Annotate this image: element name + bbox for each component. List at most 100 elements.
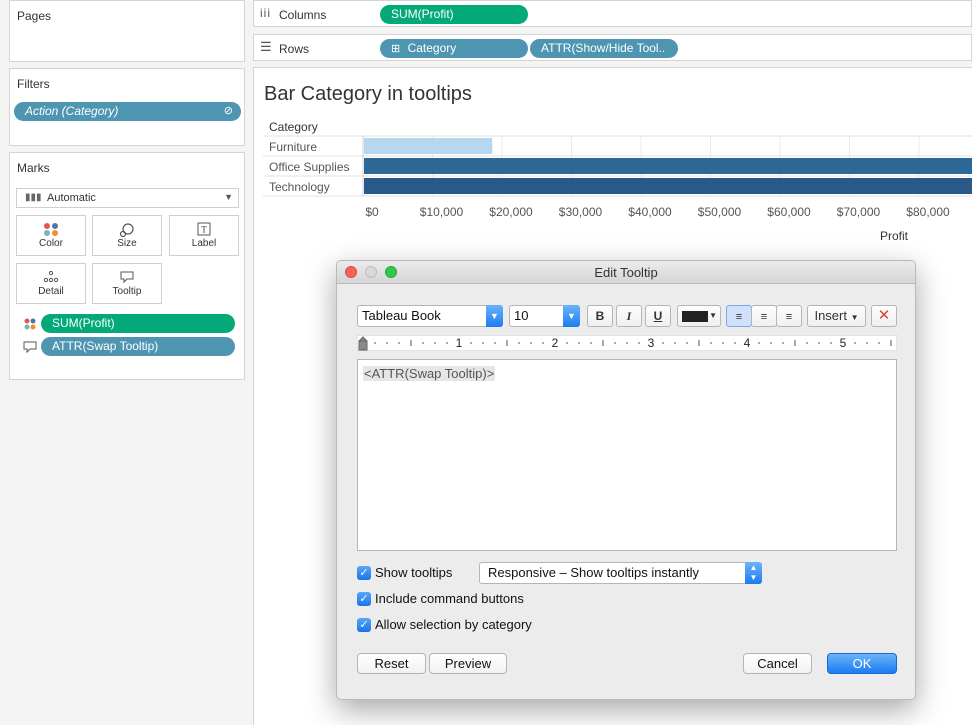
columns-pill-label: SUM(Profit) — [391, 7, 454, 21]
x-tick-label: $40,000 — [628, 205, 672, 219]
chevron-down-icon: ▼ — [486, 305, 503, 327]
x-tick-label: $80,000 — [906, 205, 950, 219]
marks-field-sum-profit[interactable]: SUM(Profit) — [41, 314, 235, 333]
chevron-down-icon: ▼ — [224, 192, 233, 202]
rows-pill-attr-show-hide[interactable]: ATTR(Show/Hide Tool.. — [530, 39, 678, 58]
columns-shelf[interactable]: iii Columns SUM(Profit) — [253, 0, 972, 27]
size-value: 10 — [514, 308, 529, 323]
color-button[interactable]: Color — [16, 215, 86, 256]
view-title: Bar Category in tooltips — [264, 83, 472, 105]
font-value: Tableau Book — [362, 308, 441, 323]
marks-field-label: ATTR(Swap Tooltip) — [52, 339, 159, 353]
bar-chart-icon: ▮▮▮ — [25, 192, 42, 203]
tooltip-button-label: Tooltip — [112, 286, 142, 297]
pages-title: Pages — [17, 9, 52, 23]
font-select[interactable]: Tableau Book ▼ — [357, 305, 503, 327]
detail-button-label: Detail — [38, 286, 64, 297]
x-axis-title: Profit — [880, 229, 909, 243]
bar — [364, 158, 972, 174]
bar — [364, 178, 972, 194]
x-tick-label: $0 — [365, 205, 379, 219]
show-tooltips-checkbox[interactable]: ✓ — [357, 566, 371, 580]
size-select[interactable]: 10 ▼ — [509, 305, 580, 327]
ruler-number: 2 — [552, 336, 559, 350]
tooltip-icon — [120, 271, 134, 284]
bar — [364, 138, 493, 154]
allow-selection-checkbox[interactable]: ✓ — [357, 618, 371, 632]
rows-pill-label: ATTR(Show/Hide Tool.. — [541, 41, 666, 55]
category-label: Technology — [269, 180, 330, 194]
include-command-buttons-label: Include command buttons — [375, 591, 524, 606]
svg-text:T: T — [201, 225, 207, 235]
insert-label: Insert — [814, 308, 847, 323]
marks-field-label: SUM(Profit) — [52, 316, 115, 330]
marks-field-attr-swap-tooltip[interactable]: ATTR(Swap Tooltip) — [41, 337, 235, 356]
color-dots-icon — [44, 223, 58, 236]
italic-button[interactable]: I — [616, 305, 642, 327]
x-tick-label: $30,000 — [559, 205, 603, 219]
ruler[interactable]: 1 2 3 4 5 — [357, 335, 897, 351]
align-left-button[interactable]: ≡ — [726, 305, 752, 327]
allow-selection-label: Allow selection by category — [375, 617, 532, 632]
italic-label: I — [626, 309, 632, 323]
bold-button[interactable]: B — [587, 305, 613, 327]
chevron-updown-icon: ▲ ▼ — [745, 562, 762, 584]
tooltip-editor[interactable]: <ATTR(Swap Tooltip)> — [357, 359, 897, 551]
show-tooltips-label: Show tooltips — [375, 565, 453, 580]
category-label: Furniture — [269, 140, 317, 154]
align-right-icon: ≡ — [785, 311, 793, 323]
underline-button[interactable]: U — [645, 305, 671, 327]
align-right-button[interactable]: ≡ — [776, 305, 802, 327]
cancel-button[interactable]: Cancel — [743, 653, 812, 674]
x-tick-label: $60,000 — [767, 205, 811, 219]
size-button[interactable]: Size — [92, 215, 162, 256]
dialog-titlebar[interactable]: Edit Tooltip — [337, 261, 915, 284]
chevron-down-icon: ▼ — [563, 305, 580, 327]
underline-label: U — [653, 309, 663, 323]
color-swatch-icon — [682, 311, 708, 322]
tooltip-button[interactable]: Tooltip — [92, 263, 162, 304]
tooltip-mode-select[interactable]: Responsive – Show tooltips instantly ▲ ▼ — [479, 562, 762, 584]
ruler-number: 4 — [744, 336, 751, 350]
row-header: Category — [269, 120, 318, 134]
rows-icon: ☰ — [260, 39, 272, 54]
filter-pill-action-category[interactable]: Action (Category) ⊘ — [14, 102, 241, 121]
columns-label: Columns — [279, 8, 327, 22]
color-button-label: Color — [39, 238, 63, 249]
columns-pill-sum-profit[interactable]: SUM(Profit) — [380, 5, 528, 24]
color-dots-icon — [24, 318, 36, 330]
include-command-buttons-checkbox[interactable]: ✓ — [357, 592, 371, 606]
ruler-number: 1 — [456, 336, 463, 350]
x-tick-label: $50,000 — [698, 205, 742, 219]
align-center-icon: ≡ — [760, 311, 768, 323]
ok-button[interactable]: OK — [827, 653, 897, 674]
mark-type-value: Automatic — [47, 192, 96, 204]
expand-plus-icon: ⊞ — [391, 43, 401, 55]
x-tick-label: $20,000 — [489, 205, 533, 219]
x-tick-label: $10,000 — [420, 205, 464, 219]
chevron-down-icon: ▼ — [709, 311, 717, 320]
edit-tooltip-dialog: Edit Tooltip Tableau Book ▼ 10 ▼ B I U ▼… — [336, 260, 916, 700]
size-button-label: Size — [117, 238, 137, 249]
detail-dots-icon — [43, 270, 59, 283]
ruler-number: 3 — [648, 336, 655, 350]
ruler-number: 5 — [840, 336, 847, 350]
filter-pill-label: Action (Category) — [25, 104, 119, 118]
font-color-button[interactable]: ▼ — [677, 305, 721, 327]
reset-button[interactable]: Reset — [357, 653, 426, 674]
dialog-title: Edit Tooltip — [594, 265, 658, 280]
category-label: Office Supplies — [269, 160, 350, 174]
detail-button[interactable]: Detail — [16, 263, 86, 304]
rows-pill-category[interactable]: ⊞ Category — [380, 39, 528, 58]
label-button[interactable]: T Label — [169, 215, 239, 256]
insert-button[interactable]: Insert ▼ — [807, 305, 866, 327]
preview-button[interactable]: Preview — [429, 653, 507, 674]
tooltip-content: <ATTR(Swap Tooltip)> — [363, 366, 496, 381]
rows-shelf[interactable]: ☰ Rows ⊞ Category ATTR(Show/Hide Tool.. — [253, 34, 972, 61]
clear-button[interactable]: ✕ — [871, 305, 897, 327]
mark-type-select[interactable]: ▮▮▮ Automatic ▼ — [16, 188, 239, 208]
align-center-button[interactable]: ≡ — [751, 305, 777, 327]
link-icon: ⊘ — [223, 105, 233, 117]
tooltip-mode-value: Responsive – Show tooltips instantly — [488, 565, 700, 580]
size-icon — [119, 223, 134, 238]
